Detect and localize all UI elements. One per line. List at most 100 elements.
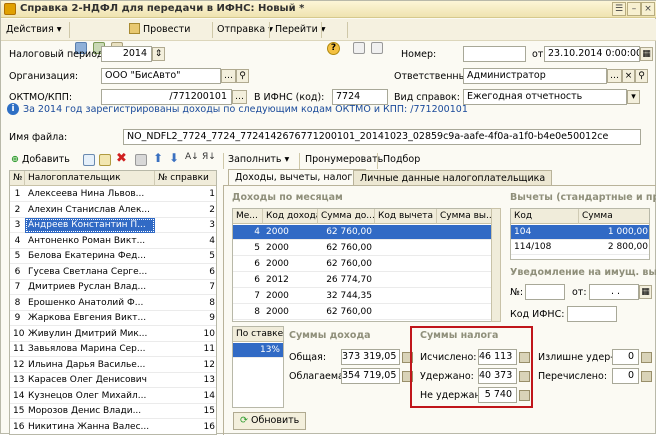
table-row[interactable]: 1 Алексеева Нина Львов... 1 (10, 187, 216, 202)
refresh-button[interactable]: ⟳ Обновить (233, 412, 307, 430)
table-row[interactable]: 13 Карасев Олег Денисович 13 (10, 373, 216, 388)
col-header-ded-code[interactable]: Код (511, 209, 579, 224)
table-row[interactable]: 8 Ерошенко Анатолий Ф... 8 (10, 296, 216, 311)
table-row[interactable]: 15 Морозов Денис Влади... 15 (10, 404, 216, 419)
period-field[interactable]: 2014 (101, 46, 152, 62)
table-row[interactable]: 3 Андреев Константин П... 3 (10, 218, 216, 233)
row-num: 12 (13, 359, 25, 370)
document-flow-icon[interactable] (353, 42, 365, 54)
col-header-ded-sum[interactable]: Сумма (579, 209, 649, 224)
row-ref-num: 14 (203, 390, 215, 401)
menu-icon[interactable]: ☰ (612, 2, 626, 16)
table-row[interactable]: 6 Гусева Светлана Серге... 6 (10, 265, 216, 280)
table-row[interactable]: 11 Завьялова Марина Сер... 11 (10, 342, 216, 357)
col-header-month[interactable]: Ме... (233, 209, 263, 224)
responsible-field[interactable]: Администратор (463, 68, 607, 84)
col-header-taxpayer[interactable]: Налогоплательщик (25, 171, 155, 186)
period-spinner-icon[interactable]: ⇕ (152, 47, 165, 61)
table-row[interactable]: 6 2012 26 774,70 (233, 273, 494, 288)
table-row[interactable]: 104 1 000,00 (511, 225, 649, 240)
table-row[interactable]: 10 Живулин Дмитрий Мик... 10 (10, 327, 216, 342)
help-icon[interactable]: ? (327, 42, 340, 55)
minimize-icon[interactable]: – (627, 2, 641, 16)
row-ded-sum: 1 000,00 (607, 227, 648, 237)
organization-select-icon[interactable]: … (221, 69, 236, 83)
ifns-code-field[interactable]: 7724 (332, 89, 388, 105)
notice-calendar-icon[interactable]: ▦ (639, 285, 652, 299)
table-row[interactable]: 4 Антоненко Роман Викт... 4 (10, 234, 216, 249)
renumber-button[interactable]: Пронумеровать (305, 152, 383, 168)
col-header-ref-num[interactable]: № справки (155, 171, 216, 186)
table-row[interactable]: 4 2000 62 760,00 (233, 225, 494, 240)
excess-withheld-field[interactable]: 0 (612, 349, 639, 365)
income-scrollbar[interactable] (491, 208, 501, 322)
row-taxpayer: Дмитриев Руслан Влад... (28, 282, 147, 292)
send-menu[interactable]: Отправка ▾ (217, 22, 273, 38)
responsible-search-icon[interactable]: ⚲ (635, 69, 648, 83)
table-row[interactable]: 5 2000 62 760,00 (233, 241, 494, 256)
tab-personal[interactable]: Личные данные налогоплательщика (353, 170, 553, 186)
tab-income[interactable]: Доходы, вычеты, налоги (228, 169, 366, 186)
col-header-rate[interactable]: По ставке (233, 327, 283, 342)
table-row[interactable]: 114/108 2 800,00 (511, 240, 649, 255)
report-kind-field[interactable]: Ежегодная отчетность (463, 89, 627, 105)
col-header-income-sum[interactable]: Сумма до... (318, 209, 375, 224)
move-up-icon[interactable]: ⬆ (153, 151, 163, 165)
notice-number-field[interactable] (525, 284, 565, 300)
close-icon[interactable]: × (641, 2, 655, 16)
rate-value: 13% (259, 345, 280, 355)
calculator-icon[interactable] (641, 352, 652, 363)
table-row[interactable]: 6 2000 62 760,00 (233, 257, 494, 272)
report-kind-dropdown-icon[interactable]: ▾ (627, 90, 640, 104)
delete-icon[interactable]: ✖ (116, 151, 127, 166)
row-ref-num: 11 (203, 344, 215, 354)
select-button[interactable]: Подбор (383, 152, 420, 168)
notice-ifns-field[interactable] (567, 306, 617, 322)
copy-icon[interactable] (83, 154, 95, 166)
table-row[interactable]: 7 2000 32 744,35 (233, 289, 494, 304)
col-header-deduction-sum[interactable]: Сумма вы... (437, 209, 494, 224)
row-taxpayer: Антоненко Роман Викт... (28, 235, 146, 246)
calculator-icon[interactable] (641, 371, 652, 382)
col-header-income-code[interactable]: Код дохода (263, 209, 318, 224)
total-income-field[interactable]: 373 319,05 (341, 349, 400, 365)
table-row[interactable]: 5 Белова Екатерина Фед... 5 (10, 249, 216, 264)
table-row[interactable]: 8 2000 62 760,00 (233, 305, 494, 320)
notice-date-field[interactable]: . . (589, 284, 639, 300)
table-row[interactable]: 2 Алехин Станислав Алек... 2 (10, 203, 216, 218)
row-income-code: 2000 (266, 259, 289, 269)
oktmo-field[interactable]: /771200101 (101, 89, 232, 105)
organization-label: Организация: (9, 71, 79, 82)
rate-row[interactable]: 13% (233, 343, 283, 358)
file-name-field[interactable]: NO_NDFL2_7724_7724_7724142676771200101_2… (123, 129, 641, 145)
move-down-icon[interactable]: ⬇ (169, 151, 179, 165)
sort-desc-icon[interactable]: Я↓ (202, 152, 216, 162)
table-row[interactable]: 16 Никитина Жанна Валес... 16 (10, 420, 216, 434)
number-field[interactable] (463, 46, 526, 62)
responsible-select-icon[interactable]: … (607, 69, 622, 83)
table-row[interactable]: 7 Дмитриев Руслан Влад... 7 (10, 280, 216, 295)
col-header-num[interactable]: № (10, 171, 25, 186)
goto-menu[interactable]: Перейти ▾ (275, 22, 326, 38)
col-header-deduction-code[interactable]: Код вычета (375, 209, 437, 224)
organization-field[interactable]: ООО "БисАвто" (101, 68, 221, 84)
transferred-field[interactable]: 0 (612, 368, 639, 384)
report-icon[interactable] (371, 42, 383, 54)
date-field[interactable]: 23.10.2014 0:00:00 (544, 46, 640, 62)
edit-icon[interactable] (99, 154, 111, 166)
oktmo-select-icon[interactable]: … (232, 90, 247, 104)
actions-menu[interactable]: Действия ▾ (6, 22, 61, 38)
organization-search-icon[interactable]: ⚲ (236, 69, 249, 83)
responsible-clear-icon[interactable]: × (622, 69, 635, 83)
taxable-income-field[interactable]: 354 719,05 (341, 368, 400, 384)
calendar-icon[interactable]: ▦ (640, 47, 653, 61)
sort-asc-icon[interactable]: A↓ (185, 152, 199, 162)
end-edit-icon[interactable] (135, 154, 147, 166)
add-button[interactable]: ⊕ Добавить (11, 152, 70, 168)
table-row[interactable] (511, 255, 649, 259)
fill-menu[interactable]: Заполнить ▾ (228, 152, 289, 168)
table-row[interactable]: 12 Ильина Дарья Василье... 12 (10, 358, 216, 373)
table-row[interactable]: 14 Кузнецов Олег Михайл... 14 (10, 389, 216, 404)
post-button[interactable]: Провести (129, 22, 190, 38)
table-row[interactable]: 9 Жаркова Евгения Викт... 9 (10, 311, 216, 326)
